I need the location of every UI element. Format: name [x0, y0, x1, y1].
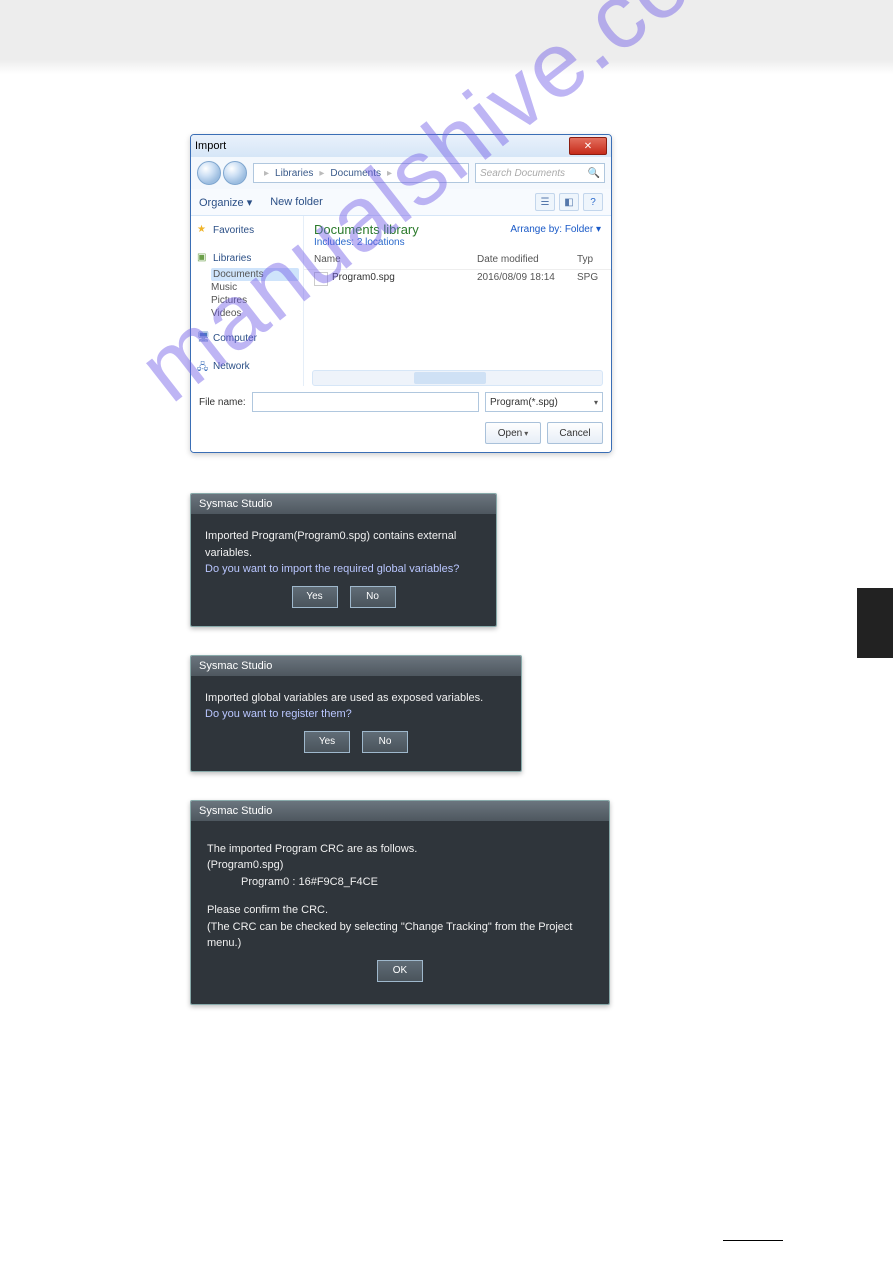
- file-row[interactable]: Program0.spg 2016/08/09 18:14 SPG: [304, 270, 611, 288]
- chevron-down-icon: ▾: [596, 224, 601, 235]
- organize-menu[interactable]: Organize ▾: [199, 196, 252, 209]
- nav-forward-button[interactable]: [223, 161, 247, 185]
- computer-icon: 🖥: [197, 332, 209, 344]
- new-folder-button[interactable]: New folder: [270, 196, 323, 208]
- yes-button[interactable]: Yes: [304, 731, 350, 753]
- register-exposed-vars-dialog: Sysmac Studio Imported global variables …: [190, 655, 522, 772]
- path-breadcrumb[interactable]: ▸ Libraries▸ Documents▸: [253, 163, 469, 183]
- dialog-title: Import: [195, 140, 569, 152]
- chevron-down-icon: ▾: [594, 398, 598, 407]
- dialog-message-line: Imported global variables are used as ex…: [205, 690, 507, 707]
- sidebar-item-documents[interactable]: Documents: [211, 268, 299, 281]
- navigation-sidebar: ★Favorites ▣Libraries Documents Music Pi…: [191, 216, 304, 386]
- dialog-message-line: (Program0.spg): [207, 857, 593, 874]
- dialog-title: Sysmac Studio: [191, 656, 521, 676]
- dialog-message-line: The imported Program CRC are as follows.: [207, 841, 593, 858]
- dialog-message-line: Do you want to register them?: [205, 706, 507, 723]
- help-button[interactable]: ?: [583, 193, 603, 211]
- dialog-title: Sysmac Studio: [191, 801, 609, 821]
- column-header-date[interactable]: Date modified: [477, 254, 577, 265]
- sidebar-item-network[interactable]: 🖧Network: [197, 360, 299, 372]
- import-external-vars-dialog: Sysmac Studio Imported Program(Program0.…: [190, 493, 497, 627]
- ok-button[interactable]: OK: [377, 960, 423, 982]
- view-mode-button[interactable]: ☰: [535, 193, 555, 211]
- cancel-button[interactable]: Cancel: [547, 422, 603, 444]
- star-icon: ★: [197, 224, 209, 236]
- file-type-combo[interactable]: Program(*.spg)▾: [485, 392, 603, 412]
- crc-confirm-dialog: Sysmac Studio The imported Program CRC a…: [190, 800, 610, 1005]
- no-button[interactable]: No: [362, 731, 408, 753]
- file-name-input[interactable]: [252, 392, 479, 412]
- network-icon: 🖧: [197, 360, 209, 372]
- dialog-message-line: Program0 : 16#F9C8_F4CE: [207, 874, 593, 891]
- dialog-message-line: Do you want to import the required globa…: [205, 561, 482, 578]
- search-icon: 🔍: [588, 168, 600, 179]
- chevron-down-icon: ▾: [524, 429, 528, 438]
- dialog-message-line: Imported Program(Program0.spg) contains …: [205, 528, 482, 561]
- library-icon: ▣: [197, 252, 209, 264]
- chevron-down-icon: ▾: [247, 197, 253, 209]
- column-header-name[interactable]: Name: [314, 254, 477, 265]
- horizontal-scrollbar[interactable]: [312, 370, 603, 386]
- close-icon: ✕: [584, 141, 592, 152]
- search-input[interactable]: Search Documents 🔍: [475, 163, 605, 183]
- yes-button[interactable]: Yes: [292, 586, 338, 608]
- dialog-title: Sysmac Studio: [191, 494, 496, 514]
- sidebar-item-music[interactable]: Music: [211, 281, 299, 294]
- open-button[interactable]: Open▾: [485, 422, 541, 444]
- page-side-tab: [857, 588, 893, 658]
- dialog-message-line: Please confirm the CRC.: [207, 902, 593, 919]
- no-button[interactable]: No: [350, 586, 396, 608]
- location-subheading: Includes: 2 locations: [314, 237, 601, 248]
- dialog-message-line: (The CRC can be checked by selecting "Ch…: [207, 919, 593, 952]
- sidebar-item-pictures[interactable]: Pictures: [211, 294, 299, 307]
- sidebar-item-computer[interactable]: 🖥Computer: [197, 332, 299, 344]
- arrange-by-menu[interactable]: Arrange by: Folder ▾: [510, 224, 601, 235]
- file-icon: [314, 272, 328, 286]
- file-name-label: File name:: [199, 397, 246, 408]
- column-header-type[interactable]: Typ: [577, 254, 601, 265]
- nav-back-button[interactable]: [197, 161, 221, 185]
- sidebar-item-videos[interactable]: Videos: [211, 307, 299, 320]
- preview-pane-button[interactable]: ◧: [559, 193, 579, 211]
- import-file-dialog: Import ✕ ▸ Libraries▸ Documents▸ Search …: [190, 134, 612, 453]
- window-close-button[interactable]: ✕: [569, 137, 607, 155]
